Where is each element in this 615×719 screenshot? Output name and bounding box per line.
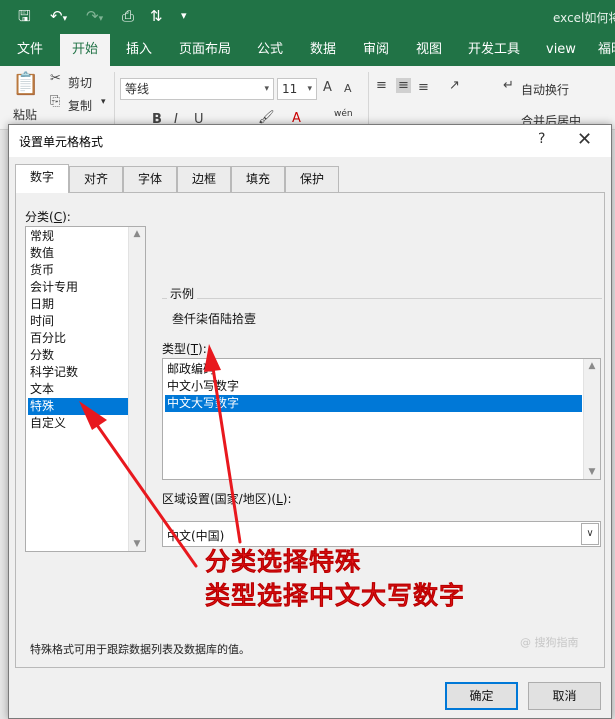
category-listbox[interactable]: 常规 数值 货币 会计专用 日期 时间 百分比 分数 科学记数 文本 特殊 自定… [25, 226, 146, 552]
help-button[interactable]: ? [538, 131, 545, 147]
category-scrollbar[interactable]: ▲ ▼ [128, 227, 145, 551]
chevron-down-icon: ▾ [307, 84, 312, 94]
type-item-chinese-uppercase[interactable]: 中文大写数字 [165, 395, 582, 412]
font-size-value: 11 [282, 82, 298, 96]
category-item-date[interactable]: 日期 [28, 296, 129, 313]
ribbon-tab-home[interactable]: 开始 [60, 34, 111, 66]
tab-alignment[interactable]: 对齐 [69, 166, 123, 192]
cut-button[interactable]: 剪切 [68, 74, 92, 91]
document-title: excel如何将 [553, 11, 615, 25]
undo-icon[interactable]: ↶▾ [50, 7, 67, 28]
dialog-title: 设置单元格格式 [19, 135, 104, 149]
category-item-currency[interactable]: 货币 [28, 262, 129, 279]
category-item-custom[interactable]: 自定义 [28, 415, 129, 432]
print-preview-icon[interactable]: ⎙ [122, 7, 134, 25]
sample-value: 叁仟柒佰陆拾壹 [172, 312, 257, 326]
ribbon-tab-insert[interactable]: 插入 [126, 34, 152, 66]
wrap-text-icon[interactable]: ↵ [503, 78, 514, 93]
locale-select-value: 中文(中国) [167, 529, 225, 543]
grow-font-icon[interactable]: A [323, 80, 332, 95]
chevron-down-icon: ▾ [264, 84, 269, 94]
wrap-text-button[interactable]: 自动换行 [521, 81, 569, 98]
cancel-button[interactable]: 取消 [528, 682, 601, 710]
dialog-titlebar: 设置单元格格式 ? ✕ [9, 125, 611, 157]
ribbon-tab-review[interactable]: 审阅 [363, 34, 389, 66]
copy-icon[interactable]: ⎘ [50, 94, 60, 109]
category-item-number[interactable]: 数值 [28, 245, 129, 262]
ribbon-tab-foxit[interactable]: 福昕 [598, 34, 615, 66]
font-size-box[interactable]: 11 ▾ [277, 78, 317, 100]
ribbon-tab-view-addin[interactable]: view [546, 34, 576, 66]
ribbon-tab-data[interactable]: 数据 [310, 34, 336, 66]
locale-select[interactable]: 中文(中国) ∨ [162, 521, 601, 547]
scroll-down-icon[interactable]: ▼ [129, 539, 145, 549]
category-item-accounting[interactable]: 会计专用 [28, 279, 129, 296]
ok-button[interactable]: 确定 [445, 682, 518, 710]
category-item-text[interactable]: 文本 [28, 381, 129, 398]
ribbon-tab-developer[interactable]: 开发工具 [468, 34, 520, 66]
locale-label: 区域设置(国家/地区)(L): [162, 492, 292, 506]
font-name-value: 等线 [125, 82, 150, 96]
copy-dropdown-icon[interactable]: ▾ [101, 97, 106, 107]
category-item-time[interactable]: 时间 [28, 313, 129, 330]
ribbon-divider [114, 72, 115, 126]
shrink-font-icon[interactable]: A [344, 82, 352, 95]
category-label: 分类(C): [25, 210, 71, 224]
ribbon-divider [368, 72, 369, 126]
type-scrollbar[interactable]: ▲ ▼ [583, 359, 600, 479]
font-name-box[interactable]: 等线 ▾ [120, 78, 274, 100]
excel-titlebar: 🖫 ↶▾ ↷▾ ⎙ ⇅ ▾ excel如何将 [0, 0, 615, 34]
category-item-special[interactable]: 特殊 [28, 398, 129, 415]
ribbon-tab-bar: 文件 开始 插入 页面布局 公式 数据 审阅 视图 开发工具 view 福昕 [0, 34, 615, 66]
align-middle-icon[interactable]: ≡ [396, 78, 411, 93]
redo-icon[interactable]: ↷▾ [86, 7, 103, 28]
ribbon-tab-view[interactable]: 视图 [416, 34, 442, 66]
tab-protection[interactable]: 保护 [285, 166, 339, 192]
copy-button[interactable]: 复制 [68, 97, 92, 114]
tab-font[interactable]: 字体 [123, 166, 177, 192]
close-icon[interactable]: ✕ [577, 129, 592, 150]
align-bottom-icon[interactable]: ≡ [418, 80, 429, 95]
type-item-chinese-lowercase[interactable]: 中文小写数字 [165, 378, 582, 395]
chevron-down-icon[interactable]: ∨ [581, 523, 599, 545]
type-item-postal-code[interactable]: 邮政编码 [165, 361, 582, 378]
category-item-fraction[interactable]: 分数 [28, 347, 129, 364]
paste-icon[interactable]: 📋 [12, 72, 39, 97]
type-listbox[interactable]: 邮政编码 中文小写数字 中文大写数字 ▲ ▼ [162, 358, 601, 480]
scroll-up-icon[interactable]: ▲ [584, 361, 600, 371]
category-item-general[interactable]: 常规 [28, 228, 129, 245]
category-item-percentage[interactable]: 百分比 [28, 330, 129, 347]
cut-icon[interactable]: ✂ [50, 71, 61, 86]
orientation-icon[interactable]: ↗ [449, 78, 460, 93]
ribbon-tab-page-layout[interactable]: 页面布局 [179, 34, 231, 66]
tab-fill[interactable]: 填充 [231, 166, 285, 192]
scroll-up-icon[interactable]: ▲ [129, 229, 145, 239]
customize-qat-icon[interactable]: ▾ [181, 7, 187, 25]
phonetic-button[interactable]: wén [334, 109, 353, 119]
number-tab-panel: 分类(C): 常规 数值 货币 会计专用 日期 时间 百分比 分数 科学记数 文… [15, 192, 605, 668]
tab-border[interactable]: 边框 [177, 166, 231, 192]
home-ribbon: 📋 粘贴 ✂ 剪切 ⎘ 复制 ▾ 等线 ▾ 11 ▾ A A B I U 🖌 A… [0, 66, 615, 130]
category-item-scientific[interactable]: 科学记数 [28, 364, 129, 381]
scroll-down-icon[interactable]: ▼ [584, 467, 600, 477]
special-format-description: 特殊格式可用于跟踪数据列表及数据库的值。 [30, 643, 250, 656]
ribbon-tab-formulas[interactable]: 公式 [257, 34, 283, 66]
tab-number[interactable]: 数字 [15, 164, 69, 193]
sort-icon[interactable]: ⇅ [150, 7, 163, 25]
format-cells-dialog: 设置单元格格式 ? ✕ 数字 对齐 字体 边框 填充 保护 分类(C): 常规 … [8, 124, 612, 719]
fill-color-icon[interactable]: 🖌 [258, 110, 275, 125]
ribbon-tab-file[interactable]: 文件 [17, 34, 43, 66]
save-icon[interactable]: 🖫 [18, 7, 31, 25]
align-top-icon[interactable]: ≡ [376, 78, 387, 93]
type-label: 类型(T): [162, 342, 207, 356]
sample-label: 示例 [167, 285, 198, 302]
paste-button[interactable]: 粘贴 [13, 106, 37, 123]
